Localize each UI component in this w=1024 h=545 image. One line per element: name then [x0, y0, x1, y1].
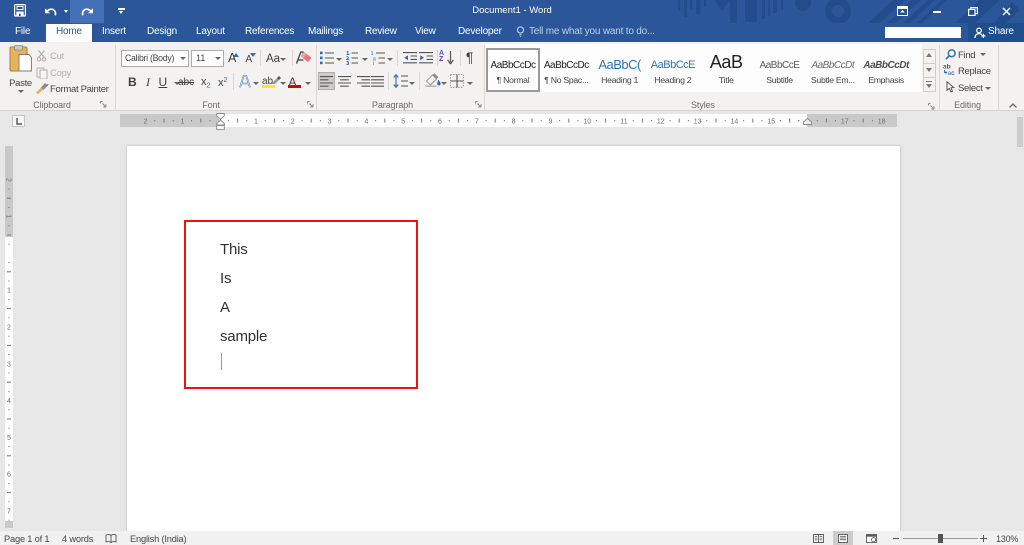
svg-text:7: 7: [7, 509, 11, 516]
svg-text:5: 5: [7, 435, 11, 442]
svg-text:1: 1: [7, 288, 11, 295]
svg-text:3: 3: [328, 119, 332, 126]
svg-text:7: 7: [475, 119, 479, 126]
svg-text:11: 11: [620, 119, 627, 126]
svg-text:4: 4: [7, 398, 11, 405]
svg-text:15: 15: [767, 119, 775, 126]
svg-text:5: 5: [401, 119, 405, 126]
svg-text:4: 4: [364, 119, 368, 126]
svg-text:1: 1: [180, 119, 184, 126]
svg-text:c: c: [951, 70, 955, 76]
svg-text:1: 1: [254, 119, 258, 126]
svg-text:14: 14: [731, 119, 739, 126]
svg-text:13: 13: [694, 119, 702, 126]
svg-text:10: 10: [583, 119, 591, 126]
svg-text:9: 9: [548, 119, 552, 126]
svg-text:12: 12: [657, 119, 665, 126]
svg-text:2: 2: [5, 178, 12, 182]
svg-text:18: 18: [878, 119, 886, 126]
svg-text:17: 17: [841, 119, 849, 126]
svg-text:2: 2: [291, 119, 295, 126]
svg-text:6: 6: [438, 119, 442, 126]
svg-text:2: 2: [144, 119, 148, 126]
svg-text:3: 3: [7, 361, 11, 368]
svg-text:8: 8: [512, 119, 516, 126]
svg-text:i: i: [373, 61, 374, 65]
svg-text:1: 1: [5, 215, 12, 219]
svg-text:2: 2: [7, 325, 11, 332]
svg-text:6: 6: [7, 472, 11, 479]
